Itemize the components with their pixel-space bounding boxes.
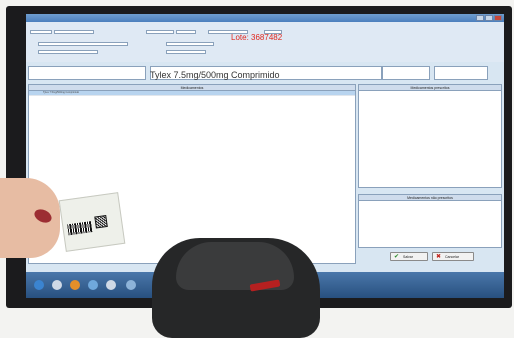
minimize-icon[interactable] [476,15,484,21]
form-field[interactable] [434,66,488,80]
window-controls [476,15,502,21]
save-button-label: Salvar [403,255,413,259]
cancel-button-label: Cancelar [445,255,460,259]
maximize-icon[interactable] [485,15,493,21]
lote-label: Lote: 3687482 [231,33,283,42]
product-description: Tylex 7.5mg/500mg Comprimido [150,70,280,80]
form-field[interactable] [166,50,206,54]
taskbar-app-icon[interactable] [126,280,136,290]
prescribed-panel-title: Medicamentos prescritos [359,85,501,91]
form-field[interactable] [30,30,52,34]
taskbar-app-icon[interactable] [70,280,80,290]
close-icon[interactable] [494,15,502,21]
form-field[interactable] [146,30,174,34]
datamatrix-code [94,214,108,229]
barcode [67,221,93,236]
check-icon: ✔ [394,254,400,260]
prescribed-panel: Medicamentos prescritos [358,84,502,188]
code-field[interactable] [28,66,146,80]
medication-package [58,192,126,252]
close-x-icon: ✖ [436,254,442,260]
save-button[interactable]: ✔ Salvar [390,252,428,261]
window-titlebar [26,14,504,22]
taskbar-app-icon[interactable] [106,280,116,290]
table-row[interactable]: Tylex 7.5mg/500mg Comprimido [29,91,355,96]
form-field[interactable] [166,42,214,46]
cancel-button[interactable]: ✖ Cancelar [432,252,474,261]
not-prescribed-panel: Medicamentos não prescritos [358,194,502,248]
start-orb-icon[interactable] [34,280,44,290]
taskbar-app-icon[interactable] [88,280,98,290]
form-field[interactable] [38,42,128,46]
form-field[interactable] [382,66,430,80]
photograph: Lote: 3687482 Tylex 7.5mg/500mg Comprimi… [0,0,514,338]
not-prescribed-panel-title: Medicamentos não prescritos [359,195,501,201]
form-field[interactable] [176,30,196,34]
taskbar-app-icon[interactable] [52,280,62,290]
form-field[interactable] [38,50,98,54]
form-field[interactable] [54,30,94,34]
